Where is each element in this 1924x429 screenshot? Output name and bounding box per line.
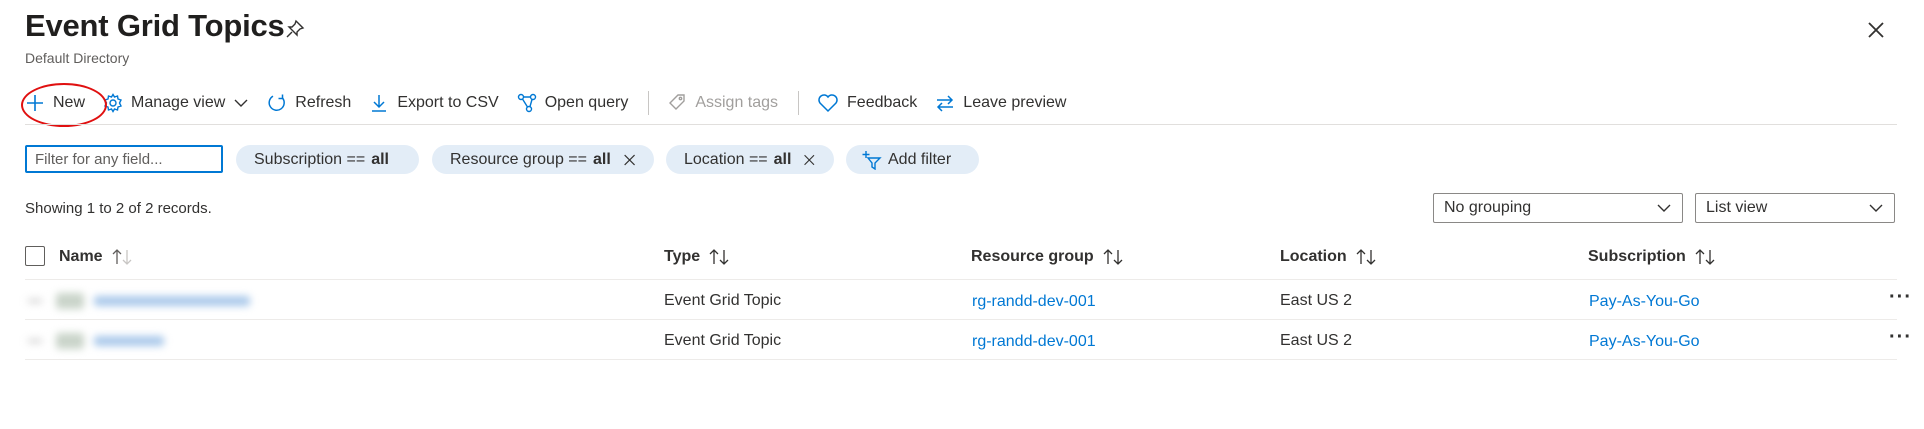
tag-icon [669,94,686,110]
add-filter-icon [862,150,882,170]
chevron-down-icon [234,99,248,107]
close-icon[interactable] [623,152,636,168]
header-divider [25,279,1897,280]
row-2-more-icon[interactable]: ··· [1889,326,1912,349]
leave-preview-label: Leave preview [963,94,1067,111]
select-all-checkbox[interactable] [25,246,45,266]
feedback-label: Feedback [847,94,918,111]
manage-view-button[interactable]: Manage view [103,93,249,113]
refresh-button[interactable]: Refresh [267,93,351,113]
resource-group-filter-label: Resource group == [450,150,587,168]
open-query-button[interactable]: Open query [517,93,629,113]
location-filter-value: all [773,150,792,168]
feedback-button[interactable]: Feedback [817,93,917,113]
grouping-dropdown[interactable]: No grouping [1433,193,1683,223]
column-header-type[interactable]: Type [664,248,730,266]
row-2-location: East US 2 [1280,332,1353,349]
view-selected: List view [1706,199,1768,216]
row-1-location: East US 2 [1280,292,1353,309]
close-icon[interactable] [803,152,816,168]
subscription-filter-pill[interactable]: Subscription == all [236,145,419,174]
sort-icon [1695,249,1715,265]
leave-preview-button[interactable]: Leave preview [935,93,1066,113]
export-csv-label: Export to CSV [397,94,499,111]
toolbar-divider-line [25,124,1897,125]
resource-group-filter-value: all [592,150,611,168]
open-query-label: Open query [544,94,629,111]
column-header-name[interactable]: Name [59,248,133,266]
sort-icon [709,249,729,265]
row-1-more-icon[interactable]: ··· [1889,286,1912,309]
column-type-label: Type [664,248,701,265]
subscription-filter-label: Subscription == [254,150,366,168]
column-header-resource-group[interactable]: Resource group [971,248,1124,266]
chevron-down-icon [1657,204,1671,212]
view-dropdown[interactable]: List view [1695,193,1895,223]
sort-icon [1103,249,1123,265]
row-2-resource-group-link[interactable]: rg-randd-dev-001 [972,333,1096,351]
column-name-label: Name [59,248,103,265]
location-filter-pill[interactable]: Location == all [666,145,834,174]
command-bar: New Manage view Refresh Export to CSV Op… [25,88,1084,118]
export-csv-button[interactable]: Export to CSV [369,93,499,113]
sort-icon [1356,249,1376,265]
swap-arrows-icon [937,95,954,112]
add-filter-label: Add filter [888,150,952,168]
row-1-type: Event Grid Topic [664,292,782,309]
column-resource-group-label: Resource group [971,248,1094,265]
row-1-subscription-link[interactable]: Pay-As-You-Go [1589,293,1700,311]
column-location-label: Location [1280,248,1347,265]
new-label: New [53,94,86,111]
table-row-name-redacted [22,290,252,312]
toolbar-divider [798,91,800,115]
refresh-icon [268,94,286,111]
query-icon [517,93,536,113]
pin-icon[interactable] [284,18,306,40]
page-subtitle: Default Directory [25,50,130,66]
heart-icon [818,94,838,113]
chevron-down-icon [1869,204,1883,212]
column-header-subscription[interactable]: Subscription [1588,248,1716,266]
records-count: Showing 1 to 2 of 2 records. [25,200,212,217]
column-header-location[interactable]: Location [1280,248,1377,266]
plus-icon [27,95,43,111]
assign-tags-button[interactable]: Assign tags [667,93,778,113]
add-filter-button[interactable]: Add filter [846,145,979,174]
subscription-filter-value: all [371,150,389,168]
grouping-selected: No grouping [1444,199,1532,216]
manage-view-label: Manage view [131,94,226,111]
location-filter-label: Location == [684,150,768,168]
row-1-resource-group-link[interactable]: rg-randd-dev-001 [972,293,1096,311]
row-2-type: Event Grid Topic [664,332,782,349]
refresh-label: Refresh [295,94,352,111]
new-button[interactable]: New [25,93,85,113]
page-title: Event Grid Topics [25,8,285,43]
toolbar-divider [648,91,650,115]
column-subscription-label: Subscription [1588,248,1686,265]
sort-icon [112,249,132,265]
gear-icon [104,93,123,113]
resource-group-filter-pill[interactable]: Resource group == all [432,145,654,174]
row-2-subscription-link[interactable]: Pay-As-You-Go [1589,333,1700,351]
table-row-name-redacted [22,330,182,352]
assign-tags-label: Assign tags [695,94,779,111]
close-icon[interactable] [1864,18,1888,42]
search-input[interactable] [25,145,223,173]
download-icon [372,95,387,112]
row-divider [25,359,1897,360]
row-divider [25,319,1897,320]
